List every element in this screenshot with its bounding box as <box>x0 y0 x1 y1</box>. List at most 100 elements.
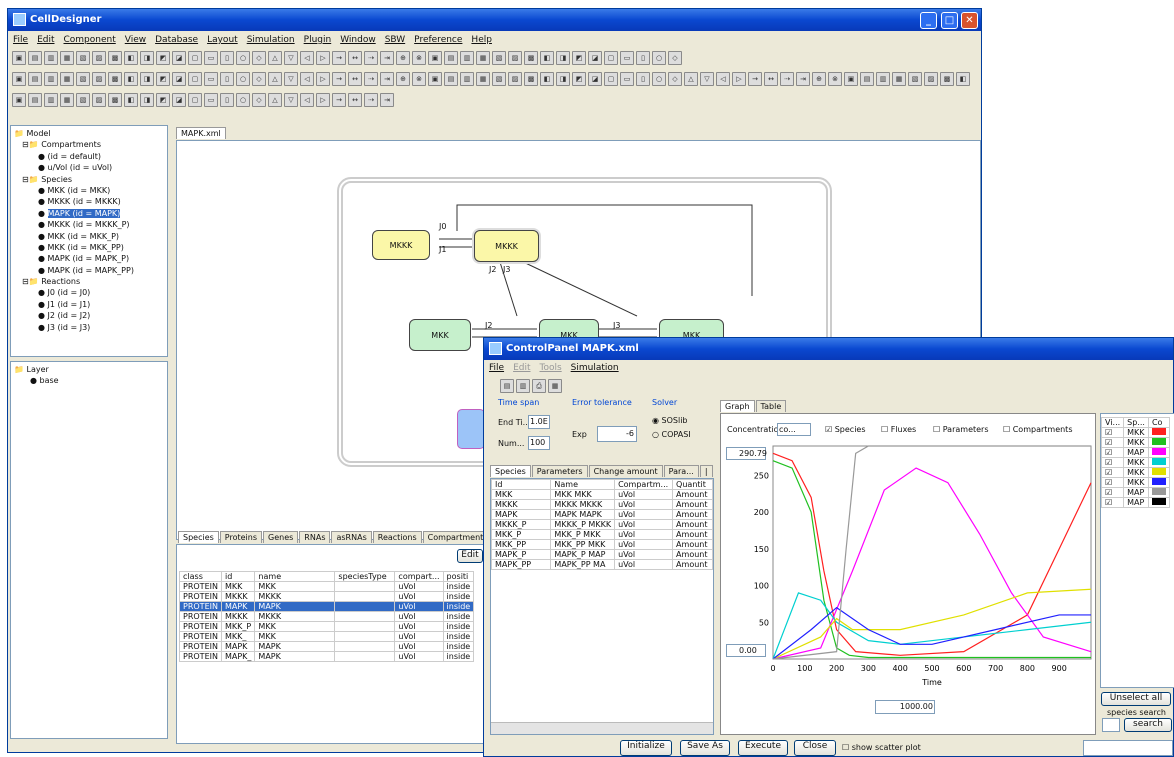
toolbar-tool-icon[interactable]: △ <box>268 72 282 86</box>
open-icon[interactable]: ▤ <box>500 379 514 393</box>
legend-visible-checkbox[interactable]: ☑ <box>1101 457 1125 468</box>
tree-item[interactable]: 📁 Layer <box>14 364 167 375</box>
toolbar-tool-icon[interactable]: ⊕ <box>396 51 410 65</box>
cp-menu-edit[interactable]: Edit <box>513 363 530 373</box>
toolbar-tool-icon[interactable]: ◨ <box>140 93 154 107</box>
toolbar-tool-icon[interactable]: ▩ <box>108 93 122 107</box>
toolbar-tool-icon[interactable]: ▽ <box>284 51 298 65</box>
toolbar-tool-icon[interactable]: ◇ <box>252 93 266 107</box>
toolbar-tool-icon[interactable]: ▥ <box>460 51 474 65</box>
toolbar-tool-icon[interactable]: ◁ <box>300 93 314 107</box>
toolbar-tool-icon[interactable]: ◧ <box>956 72 970 86</box>
legend-visible-checkbox[interactable]: ☑ <box>1101 427 1125 438</box>
edit-button[interactable]: Edit <box>457 549 483 563</box>
tab-scroll-arrows[interactable]: | <box>699 465 713 477</box>
toolbar-tool-icon[interactable]: ◩ <box>156 93 170 107</box>
menu-simulation[interactable]: Simulation <box>247 35 295 45</box>
toolbar-tool-icon[interactable]: ◇ <box>252 72 266 86</box>
toolbar-tool-icon[interactable]: ▨ <box>508 51 522 65</box>
tree-item[interactable]: ● J1 (id = J1) <box>14 299 167 310</box>
tree-item-selected[interactable]: ● MAPK (id = MAPK) <box>14 208 167 219</box>
toolbar-tool-icon[interactable]: ▭ <box>204 72 218 86</box>
legend-row[interactable]: ☑ MAP <box>1101 447 1170 458</box>
table-row[interactable]: MKKK MKKK MKKK uVol Amount <box>491 499 713 510</box>
cp-menu-tools[interactable]: Tools <box>540 363 562 373</box>
menu-layout[interactable]: Layout <box>207 35 238 45</box>
cp-menu-simulation[interactable]: Simulation <box>571 363 619 373</box>
toolbar-tool-icon[interactable]: ▯ <box>220 72 234 86</box>
toolbar-tool-icon[interactable]: ◩ <box>572 72 586 86</box>
menu-file[interactable]: File <box>13 35 28 45</box>
print-icon[interactable]: ⎙ <box>532 379 546 393</box>
toolbar-tool-icon[interactable]: ▧ <box>76 72 90 86</box>
toolbar-tool-icon[interactable]: ↔ <box>764 72 778 86</box>
tree-item[interactable]: ⊟📁 Reactions <box>14 276 167 287</box>
node-stub[interactable] <box>457 409 485 449</box>
toolbar-tool-icon[interactable]: ▥ <box>460 72 474 86</box>
toolbar-tool-icon[interactable]: ▯ <box>220 93 234 107</box>
species-search-input[interactable] <box>1102 718 1120 732</box>
table-row[interactable]: MKK MKK MKK uVol Amount <box>491 489 713 500</box>
table-row[interactable]: PROTEIN MAPK MAPK uVol inside <box>179 641 475 652</box>
toolbar-tool-icon[interactable]: ◨ <box>556 72 570 86</box>
toolbar-tool-icon[interactable]: ▨ <box>508 72 522 86</box>
toolbar-tool-icon[interactable]: △ <box>684 72 698 86</box>
menu-help[interactable]: Help <box>471 35 492 45</box>
toolbar-tool-icon[interactable]: ○ <box>652 72 666 86</box>
initialize-button[interactable]: Initialize <box>620 740 672 756</box>
node-mkk-1[interactable]: MKK <box>409 319 471 351</box>
toolbar-tool-icon[interactable]: ▢ <box>188 51 202 65</box>
toolbar-tool-icon[interactable]: ○ <box>236 93 250 107</box>
toolbar-tool-icon[interactable]: ▽ <box>700 72 714 86</box>
search-button[interactable]: search <box>1124 718 1172 732</box>
toolbar-tool-icon[interactable]: ⇢ <box>364 93 378 107</box>
table-row[interactable]: PROTEIN MKK MKK uVol inside <box>179 581 475 592</box>
toolbar-tool-icon[interactable]: ▯ <box>636 51 650 65</box>
table-row[interactable]: MKKK_P MKKK_P MKKK uVol Amount <box>491 519 713 530</box>
toolbar-tool-icon[interactable]: ▥ <box>876 72 890 86</box>
toolbar-tool-icon[interactable]: ◧ <box>124 93 138 107</box>
node-mkkk-right[interactable]: MKKK <box>474 230 539 262</box>
toolbar-tool-icon[interactable]: ⊗ <box>412 51 426 65</box>
close-panel-button[interactable]: Close <box>794 740 836 756</box>
tree-item[interactable]: ● J2 (id = J2) <box>14 310 167 321</box>
toolbar-tool-icon[interactable]: ◩ <box>572 51 586 65</box>
toolbar-tool-icon[interactable]: ⊗ <box>828 72 842 86</box>
node-mkkk-left[interactable]: MKKK <box>372 230 430 260</box>
show-scatter-checkbox[interactable]: ☐ show scatter plot <box>842 743 921 752</box>
toolbar-tool-icon[interactable]: ▤ <box>28 93 42 107</box>
toolbar-tool-icon[interactable]: ◁ <box>716 72 730 86</box>
toolbar-tool-icon[interactable]: ◇ <box>668 72 682 86</box>
tree-item[interactable]: ● MKK (id = MKK_PP) <box>14 242 167 253</box>
menu-edit[interactable]: Edit <box>37 35 54 45</box>
toolbar-tool-icon[interactable]: ⇥ <box>380 93 394 107</box>
toolbar-tool-icon[interactable]: ▣ <box>844 72 858 86</box>
menu-window[interactable]: Window <box>340 35 376 45</box>
toolbar-tool-icon[interactable]: ▭ <box>204 51 218 65</box>
toolbar-tool-icon[interactable]: ▥ <box>44 51 58 65</box>
toolbar-tool-icon[interactable]: ◁ <box>300 51 314 65</box>
layer-tree[interactable]: 📁 Layer ● base <box>10 361 168 739</box>
toolbar-tool-icon[interactable]: ▷ <box>316 72 330 86</box>
toolbar-tool-icon[interactable]: ▩ <box>940 72 954 86</box>
toolbar-tool-icon[interactable]: ◪ <box>172 51 186 65</box>
table-row[interactable]: PROTEIN MKK_ MKK uVol inside <box>179 631 475 642</box>
toolbar-tool-icon[interactable]: ▷ <box>316 51 330 65</box>
table-row[interactable]: PROTEIN MKKK MKKK uVol inside <box>179 611 475 622</box>
toolbar-tool-icon[interactable]: ⇥ <box>380 51 394 65</box>
toolbar-tool-icon[interactable]: ▽ <box>284 93 298 107</box>
toolbar-tool-icon[interactable]: ▦ <box>60 51 74 65</box>
legend-visible-checkbox[interactable]: ☑ <box>1101 487 1125 498</box>
tab-cp-para[interactable]: Para... <box>663 465 699 477</box>
table-row[interactable]: PROTEIN MAPK_ MAPK uVol inside <box>179 651 475 662</box>
toolbar-tool-icon[interactable]: ◩ <box>156 51 170 65</box>
close-button[interactable]: ✕ <box>961 12 978 29</box>
legend-row[interactable]: ☑ MAP <box>1101 497 1170 508</box>
execute-button[interactable]: Execute <box>738 740 788 756</box>
tree-item[interactable]: ● MKKK (id = MKKK_P) <box>14 219 167 230</box>
tree-item[interactable]: ● (id = default) <box>14 151 167 162</box>
tree-item[interactable]: ● MAPK (id = MAPK_P) <box>14 253 167 264</box>
unselect-all-button[interactable]: Unselect all <box>1101 692 1171 706</box>
table-row[interactable]: MAPK MAPK MAPK uVol Amount <box>491 509 713 520</box>
xmax-input[interactable]: 1000.00 <box>875 700 935 714</box>
